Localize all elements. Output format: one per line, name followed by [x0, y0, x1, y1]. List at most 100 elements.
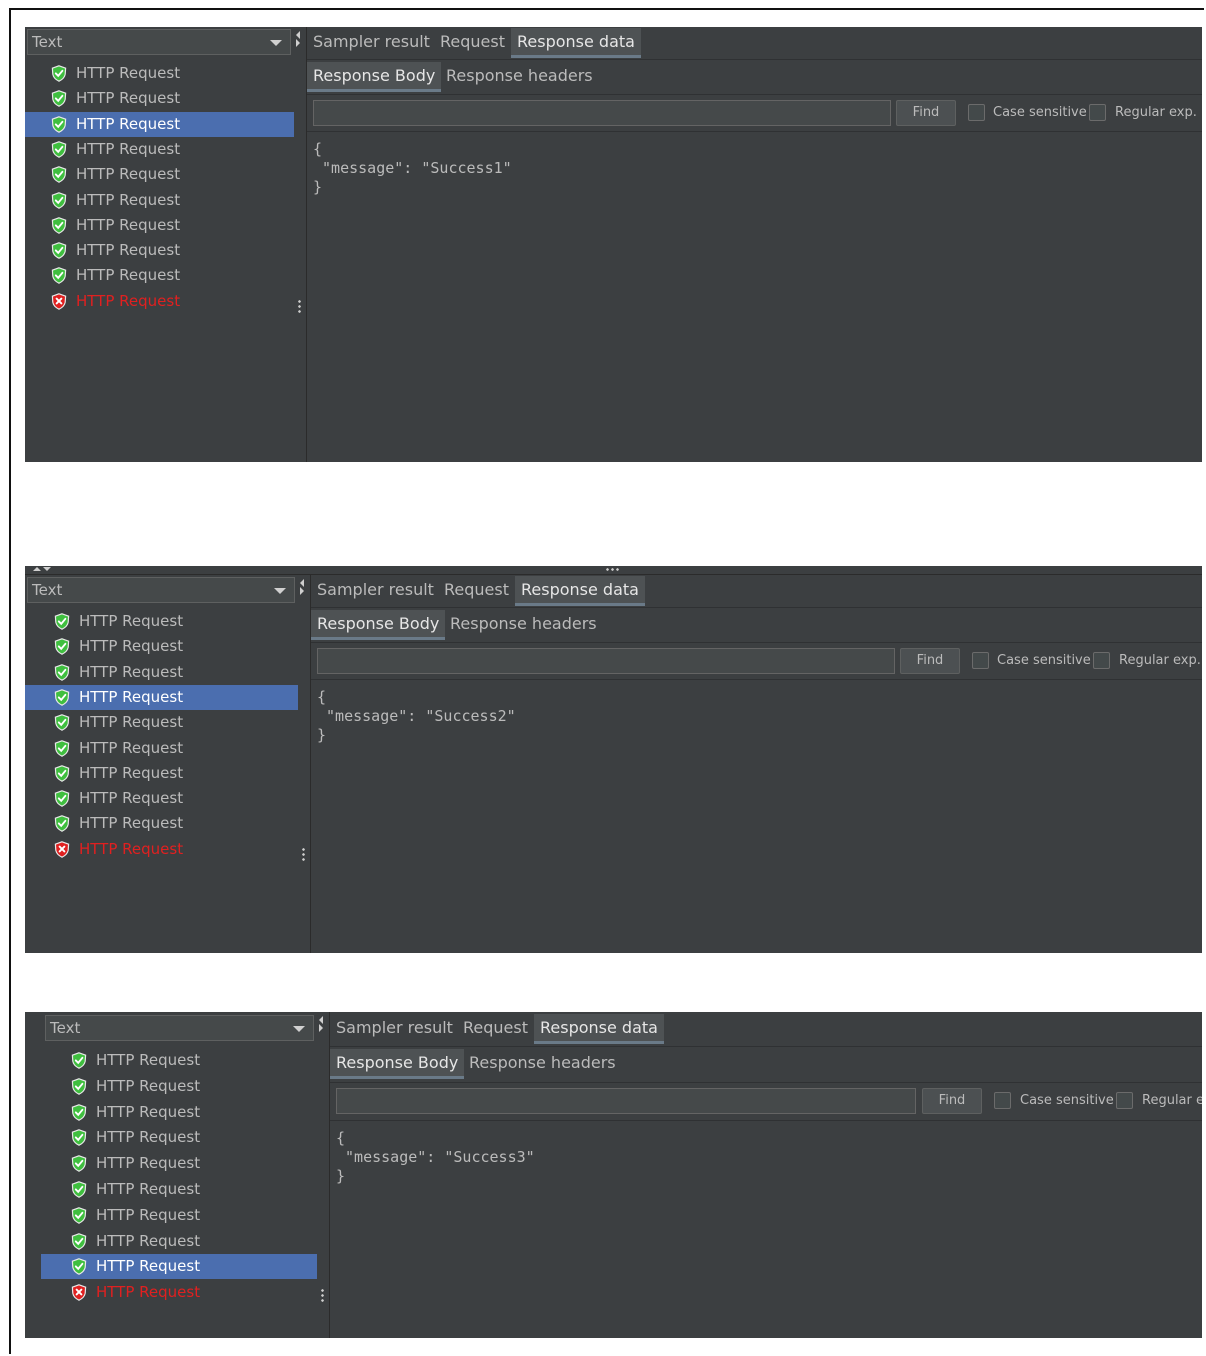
tree-item-http-request[interactable]: HTTP Request: [41, 1074, 317, 1099]
tree-item-http-request[interactable]: HTTP Request: [41, 1100, 317, 1125]
tree-item-http-request[interactable]: HTTP Request: [25, 634, 298, 659]
tree-item-label: HTTP Request: [79, 687, 184, 706]
tab-response-body[interactable]: Response Body: [330, 1049, 465, 1079]
tree-item-http-request[interactable]: HTTP Request: [25, 660, 298, 685]
chevron-down-icon: [293, 1026, 305, 1032]
shield-check-icon: [51, 242, 67, 259]
tab-response-body[interactable]: Response Body: [307, 62, 442, 92]
tab-response-headers[interactable]: Response headers: [463, 1049, 622, 1079]
tree-item-http-request[interactable]: HTTP Request: [25, 162, 294, 187]
tree-item-http-request[interactable]: HTTP Request: [25, 786, 298, 811]
tree-item-label: HTTP Request: [79, 814, 184, 833]
tab-sampler-result[interactable]: Sampler result: [330, 1014, 459, 1044]
renderer-combo[interactable]: Text: [45, 1015, 314, 1041]
tab-response-headers[interactable]: Response headers: [440, 62, 599, 92]
shield-x-icon: [51, 292, 67, 310]
tree-item-http-request[interactable]: HTTP Request: [25, 111, 294, 137]
drag-handle-icon[interactable]: [321, 1288, 324, 1304]
split-divider[interactable]: [298, 575, 311, 953]
result-viewer: Sampler result Request Response data Res…: [307, 27, 1202, 462]
tree-item-http-request[interactable]: HTTP Request: [25, 137, 294, 162]
tab-request[interactable]: Request: [457, 1014, 534, 1044]
tree-item-http-request[interactable]: HTTP Request: [25, 61, 294, 86]
regular-exp-label: Regular e: [1142, 1093, 1202, 1108]
collapse-down-icon[interactable]: [43, 567, 51, 571]
renderer-combo[interactable]: Text: [27, 577, 295, 603]
find-button[interactable]: Find: [900, 648, 960, 674]
search-input[interactable]: [336, 1088, 916, 1114]
find-button[interactable]: Find: [896, 100, 956, 126]
collapse-right-icon[interactable]: [319, 1024, 323, 1032]
collapse-right-icon[interactable]: [296, 39, 300, 47]
tree-item-http-request[interactable]: HTTP Request: [25, 684, 298, 710]
tab-request[interactable]: Request: [438, 576, 515, 606]
collapse-up-icon[interactable]: [33, 567, 41, 571]
tree-item-http-request[interactable]: HTTP Request: [41, 1177, 317, 1202]
search-divider: [330, 1120, 1202, 1121]
response-body-text[interactable]: { "message": "Success3" }: [336, 1129, 535, 1186]
tree-item-http-request[interactable]: HTTP Request: [25, 761, 298, 786]
tree-item-http-request[interactable]: HTTP Request: [41, 1254, 317, 1280]
split-divider[interactable]: [317, 1012, 330, 1338]
shield-check-icon: [54, 815, 70, 833]
tab-sampler-result[interactable]: Sampler result: [311, 576, 440, 606]
renderer-combo[interactable]: Text: [27, 29, 291, 55]
tab-response-data[interactable]: Response data: [534, 1014, 664, 1044]
renderer-combo-value: Text: [50, 1019, 81, 1037]
tree-item-http-request[interactable]: HTTP Request: [25, 609, 298, 634]
tab-request[interactable]: Request: [434, 28, 511, 58]
search-input[interactable]: [313, 100, 891, 126]
tab-response-data[interactable]: Response data: [515, 576, 645, 606]
response-body-text[interactable]: { "message": "Success2" }: [317, 688, 516, 745]
tree-item-http-request[interactable]: HTTP Request: [25, 238, 294, 263]
regular-exp-checkbox[interactable]: [1093, 652, 1110, 669]
results-tree-1: Text HTTP Request HTTP Request HTTP Reques…: [25, 27, 295, 462]
shield-check-icon: [51, 191, 67, 209]
find-button[interactable]: Find: [922, 1088, 982, 1114]
drag-handle-icon[interactable]: [298, 299, 301, 315]
tab-sampler-result[interactable]: Sampler result: [307, 28, 436, 58]
collapse-left-icon[interactable]: [300, 579, 304, 587]
tree-item-http-request[interactable]: HTTP Request: [41, 1229, 317, 1254]
tree-item-http-request[interactable]: HTTP Request: [25, 710, 298, 735]
case-sensitive-checkbox[interactable]: [972, 652, 989, 669]
regular-exp-checkbox[interactable]: [1089, 104, 1106, 121]
tree-item-http-request[interactable]: HTTP Request: [25, 86, 294, 111]
tree-item-http-request[interactable]: HTTP Request: [41, 1280, 317, 1305]
tree-item-http-request[interactable]: HTTP Request: [25, 213, 294, 238]
case-sensitive-checkbox[interactable]: [968, 104, 985, 121]
shield-check-icon: [54, 663, 70, 681]
top-grip[interactable]: [25, 566, 1202, 575]
tree-item-http-request[interactable]: HTTP Request: [25, 811, 298, 836]
tree-item-label: HTTP Request: [96, 1102, 201, 1121]
case-sensitive-label: Case sensitive: [993, 105, 1087, 120]
tree-item-http-request[interactable]: HTTP Request: [41, 1203, 317, 1228]
tree-item-http-request[interactable]: HTTP Request: [25, 188, 294, 213]
tree-item-http-request[interactable]: HTTP Request: [25, 263, 294, 288]
shield-check-icon: [71, 1103, 87, 1121]
search-input[interactable]: [317, 648, 895, 674]
tree-item-http-request[interactable]: HTTP Request: [41, 1048, 317, 1073]
drag-handle-icon[interactable]: [302, 847, 305, 863]
drag-handle-icon[interactable]: [605, 568, 621, 571]
collapse-left-icon[interactable]: [296, 31, 300, 39]
tab-response-headers[interactable]: Response headers: [444, 610, 603, 640]
tree-item-http-request[interactable]: HTTP Request: [25, 736, 298, 761]
case-sensitive-checkbox[interactable]: [994, 1092, 1011, 1109]
split-divider[interactable]: [294, 27, 307, 462]
tab-response-body[interactable]: Response Body: [311, 610, 446, 640]
tree-item-http-request[interactable]: HTTP Request: [25, 289, 294, 314]
tree-item-http-request[interactable]: HTTP Request: [41, 1125, 317, 1150]
tab-response-data[interactable]: Response data: [511, 28, 641, 58]
response-body-text[interactable]: { "message": "Success1" }: [313, 140, 512, 197]
results-tree-3: Text HTTP Request HTTP Request HTTP Reques…: [25, 1012, 318, 1338]
tree-item-label: HTTP Request: [76, 241, 181, 260]
regular-exp-checkbox[interactable]: [1116, 1092, 1133, 1109]
results-panel-3: Text HTTP Request HTTP Request HTTP Reques…: [25, 1012, 1202, 1338]
tree-item-http-request[interactable]: HTTP Request: [25, 837, 298, 862]
collapse-right-icon[interactable]: [300, 587, 304, 595]
collapse-left-icon[interactable]: [319, 1016, 323, 1024]
shield-check-icon: [71, 1206, 87, 1224]
tree-item-label: HTTP Request: [79, 713, 184, 732]
tree-item-http-request[interactable]: HTTP Request: [41, 1151, 317, 1176]
